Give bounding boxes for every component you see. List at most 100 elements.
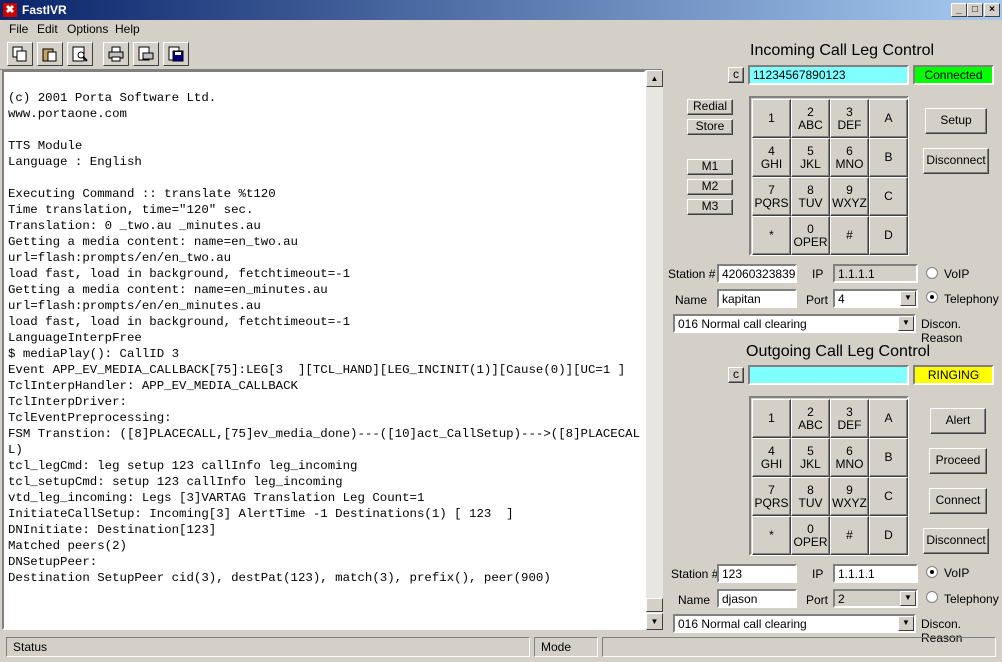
key-letters: MNO: [835, 456, 864, 471]
outgoing-title: Outgoing Call Leg Control: [746, 343, 931, 360]
incoming-telephony-radio[interactable]: [926, 291, 938, 303]
outgoing-telephony-radio[interactable]: [926, 591, 938, 603]
chevron-down-icon[interactable]: ▼: [900, 291, 916, 306]
key-digit: #: [846, 528, 853, 542]
incoming-reason-select[interactable]: 016 Normal call clearing ▼: [673, 314, 916, 333]
in-keypad-key[interactable]: *: [752, 216, 791, 255]
print-icon[interactable]: [103, 42, 129, 66]
out-keypad-key[interactable]: 4 GHI: [752, 438, 791, 477]
outgoing-reason-select[interactable]: 016 Normal call clearing ▼: [673, 614, 916, 633]
alert-button[interactable]: Alert: [930, 408, 986, 434]
outgoing-voip-radio[interactable]: [926, 566, 938, 578]
outgoing-port-value: 2: [838, 592, 845, 606]
close-button[interactable]: ×: [984, 3, 1000, 17]
setup-button[interactable]: Setup: [925, 108, 987, 134]
outgoing-number-field[interactable]: [748, 365, 909, 385]
memory-1-button[interactable]: M1: [687, 159, 733, 175]
outgoing-ip-field[interactable]: 1.1.1.1: [833, 564, 918, 583]
key-digit: 0: [807, 221, 814, 236]
menu-help[interactable]: Help: [115, 22, 140, 36]
out-keypad-key[interactable]: *: [752, 516, 791, 555]
menu-edit[interactable]: Edit: [37, 22, 58, 36]
extra-panel: [602, 637, 996, 657]
in-keypad-key[interactable]: 4 GHI: [752, 138, 791, 177]
out-keypad-key[interactable]: A: [869, 399, 908, 438]
scroll-down-icon[interactable]: ▼: [646, 613, 663, 630]
scroll-thumb[interactable]: [646, 598, 663, 612]
key-letters: ABC: [798, 117, 823, 132]
out-keypad-key[interactable]: B: [869, 438, 908, 477]
memory-3-button[interactable]: M3: [687, 199, 733, 215]
maximize-button[interactable]: □: [967, 3, 983, 17]
out-keypad-key[interactable]: #: [830, 516, 869, 555]
proceed-button[interactable]: Proceed: [929, 448, 987, 474]
out-keypad-key[interactable]: C: [869, 477, 908, 516]
store-button[interactable]: Store: [687, 119, 733, 135]
outgoing-status-badge: RINGING: [913, 365, 994, 385]
incoming-ip-field[interactable]: 1.1.1.1: [833, 264, 918, 283]
in-keypad-key[interactable]: 3 DEF: [830, 99, 869, 138]
in-keypad-key[interactable]: 0 OPER: [791, 216, 830, 255]
outgoing-disconnect-button[interactable]: Disconnect: [923, 528, 989, 554]
console-scrollbar[interactable]: ▲ ▼: [646, 70, 663, 630]
out-keypad-key[interactable]: 3 DEF: [830, 399, 869, 438]
in-keypad-key[interactable]: 1: [752, 99, 791, 138]
out-keypad-key[interactable]: 8 TUV: [791, 477, 830, 516]
connect-button[interactable]: Connect: [929, 488, 987, 514]
menu-file[interactable]: File: [9, 22, 28, 36]
scroll-up-icon[interactable]: ▲: [646, 70, 663, 87]
outgoing-keypad: 1 2 ABC 3 DEF A 4 GHI 5 JKL 6 MNO B 7 PQRS 8 TUV 9 WXYZ C * 0…: [749, 396, 909, 556]
key-digit: *: [769, 228, 774, 242]
incoming-disconnect-button[interactable]: Disconnect: [923, 148, 989, 174]
incoming-name-field[interactable]: kapitan: [717, 289, 797, 308]
save-log-icon[interactable]: [163, 42, 189, 66]
port-label: Port: [806, 293, 829, 307]
key-letters: JKL: [800, 456, 821, 471]
in-keypad-key[interactable]: 6 MNO: [830, 138, 869, 177]
incoming-voip-radio[interactable]: [926, 267, 938, 279]
menu-options[interactable]: Options: [67, 22, 108, 36]
out-keypad-key[interactable]: D: [869, 516, 908, 555]
outgoing-port-select[interactable]: 2 ▼: [833, 589, 918, 608]
preview-icon[interactable]: [67, 42, 93, 66]
in-keypad-key[interactable]: A: [869, 99, 908, 138]
in-keypad-key[interactable]: 2 ABC: [791, 99, 830, 138]
in-keypad-key[interactable]: #: [830, 216, 869, 255]
outgoing-station-field[interactable]: 123: [717, 564, 797, 583]
out-keypad-key[interactable]: 7 PQRS: [752, 477, 791, 516]
print-setup-icon[interactable]: [133, 42, 159, 66]
out-keypad-key[interactable]: 0 OPER: [791, 516, 830, 555]
in-keypad-key[interactable]: B: [869, 138, 908, 177]
paste-icon[interactable]: [37, 42, 63, 66]
incoming-clear-button[interactable]: c: [728, 67, 744, 83]
copy-icon[interactable]: [7, 42, 33, 66]
out-keypad-key[interactable]: 9 WXYZ: [830, 477, 869, 516]
minimize-button[interactable]: _: [951, 3, 967, 17]
incoming-port-select[interactable]: 4 ▼: [833, 289, 918, 308]
chevron-down-icon[interactable]: ▼: [898, 316, 914, 331]
in-keypad-key[interactable]: 5 JKL: [791, 138, 830, 177]
chevron-down-icon[interactable]: ▼: [898, 616, 914, 631]
outgoing-name-field[interactable]: djason: [717, 589, 797, 608]
out-keypad-key[interactable]: 2 ABC: [791, 399, 830, 438]
key-digit: 4: [768, 143, 775, 158]
incoming-station-field[interactable]: 420603238396: [717, 264, 797, 283]
out-keypad-key[interactable]: 6 MNO: [830, 438, 869, 477]
key-letters: GHI: [760, 156, 783, 171]
redial-button[interactable]: Redial: [687, 99, 733, 115]
incoming-number-field[interactable]: 11234567890123: [748, 65, 909, 85]
in-keypad-key[interactable]: 8 TUV: [791, 177, 830, 216]
menu-bar: File Edit Options Help: [0, 20, 1002, 38]
key-letters: PQRS: [754, 195, 789, 210]
in-keypad-key[interactable]: C: [869, 177, 908, 216]
console-log[interactable]: (c) 2001 Porta Software Ltd. www.portaon…: [2, 70, 646, 630]
outgoing-clear-button[interactable]: c: [728, 367, 744, 383]
in-keypad-key[interactable]: 9 WXYZ: [830, 177, 869, 216]
in-keypad-key[interactable]: D: [869, 216, 908, 255]
chevron-down-icon[interactable]: ▼: [900, 591, 916, 606]
in-keypad-key[interactable]: 7 PQRS: [752, 177, 791, 216]
out-keypad-key[interactable]: 5 JKL: [791, 438, 830, 477]
memory-2-button[interactable]: M2: [687, 179, 733, 195]
out-keypad-key[interactable]: 1: [752, 399, 791, 438]
key-digit: 1: [768, 111, 775, 125]
